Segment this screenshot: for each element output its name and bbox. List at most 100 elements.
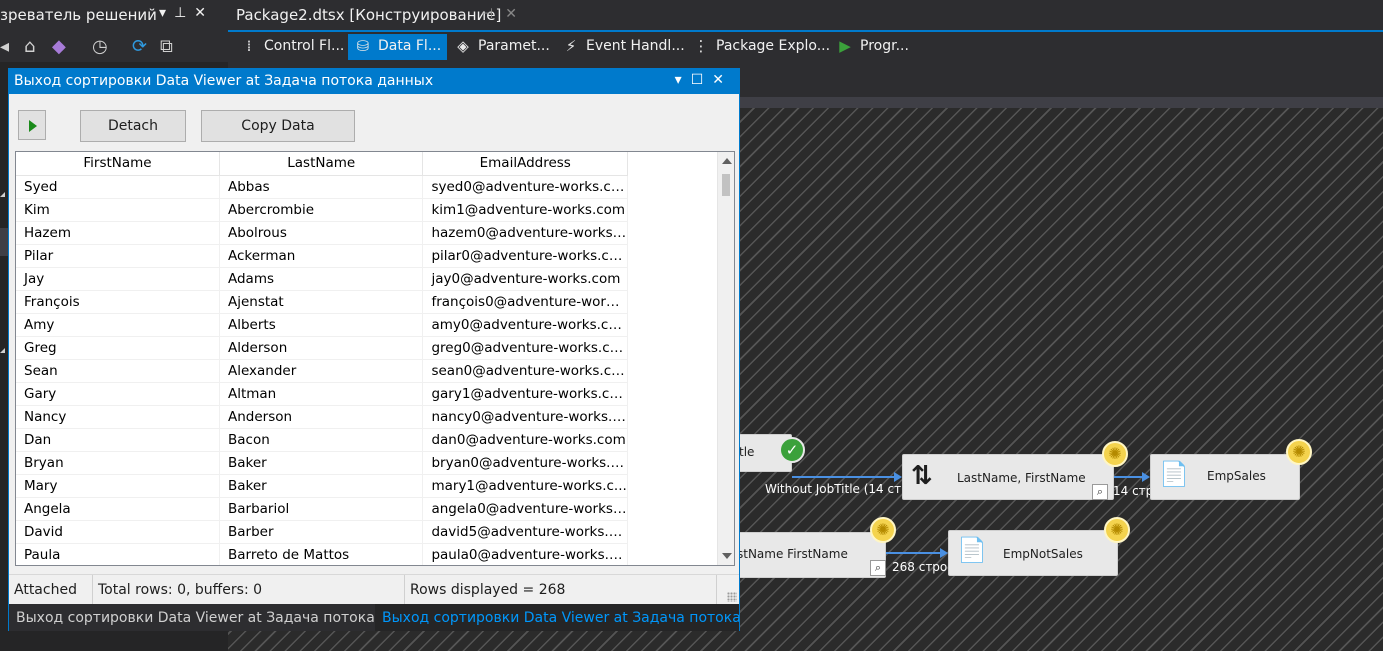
path-sort2-to-empnotsales[interactable] <box>886 552 940 554</box>
table-cell[interactable]: Dan <box>16 428 220 452</box>
home-icon[interactable]: ⌂ <box>24 36 35 57</box>
table-cell[interactable]: paula0@adventure-works.c... <box>422 543 628 565</box>
table-cell[interactable]: amy0@adventure-works.com <box>422 313 628 337</box>
table-cell[interactable]: Nancy <box>16 405 220 429</box>
table-cell[interactable]: Ackerman <box>219 244 424 268</box>
table-cell[interactable]: Alberts <box>219 313 424 337</box>
table-row[interactable]: Amy Alberts amy0@adventure-works.com <box>16 313 628 337</box>
table-cell[interactable]: Greg <box>16 336 220 360</box>
continue-button[interactable] <box>18 110 46 140</box>
pin-icon[interactable]: ⊣ <box>481 6 505 22</box>
table-cell[interactable]: jay0@adventure-works.com <box>422 267 628 291</box>
table-cell[interactable]: Hazem <box>16 221 220 245</box>
table-cell[interactable]: Bryan <box>16 451 220 475</box>
table-cell[interactable]: Barber <box>219 520 424 544</box>
table-cell[interactable]: sean0@adventure-works.com <box>422 359 628 383</box>
data-viewer-icon[interactable]: ⌕ <box>870 560 886 576</box>
vs-icon[interactable]: ◆ <box>52 36 66 57</box>
table-cell[interactable]: david5@adventure-works.c... <box>422 520 628 544</box>
back-icon[interactable]: ◂ <box>0 36 9 57</box>
table-cell[interactable]: François <box>16 290 220 314</box>
table-cell[interactable]: Mary <box>16 474 220 498</box>
table-row[interactable]: Jay Adams jay0@adventure-works.com <box>16 267 628 291</box>
table-cell[interactable]: Adams <box>219 267 424 291</box>
table-cell[interactable]: françois0@adventure-works... <box>422 290 628 314</box>
table-row[interactable]: Angela Barbariol angela0@adventure-works.c… <box>16 497 628 521</box>
data-grid[interactable]: FirstName LastName EmailAddress Syed Abba… <box>15 151 735 566</box>
tab-progress[interactable]: ▶ Progr... <box>830 34 915 60</box>
tree-expander-icon[interactable] <box>0 348 5 353</box>
table-cell[interactable]: Anderson <box>219 405 424 429</box>
table-row[interactable]: Kim Abercrombie kim1@adventure-works.com <box>16 198 628 222</box>
table-cell[interactable]: Baker <box>219 474 424 498</box>
table-cell[interactable]: Altman <box>219 382 424 406</box>
table-cell[interactable]: Gary <box>16 382 220 406</box>
column-header-lastname[interactable]: LastName <box>219 152 424 176</box>
tree-expander-icon[interactable] <box>0 192 5 197</box>
refresh-icon[interactable]: ⟳ <box>132 36 147 57</box>
table-cell[interactable]: angela0@adventure-works.c... <box>422 497 628 521</box>
table-cell[interactable]: Abercrombie <box>219 198 424 222</box>
table-row[interactable]: David Barber david5@adventure-works.c... <box>16 520 628 544</box>
table-cell[interactable]: Sean <box>16 359 220 383</box>
table-cell[interactable]: Baker <box>219 451 424 475</box>
vertical-scrollbar[interactable] <box>717 152 734 565</box>
path-without-jobtitle[interactable] <box>792 476 894 478</box>
document-tab[interactable]: Package2.dtsx [Конструирование] <box>228 0 512 30</box>
table-cell[interactable]: kim1@adventure-works.com <box>422 198 628 222</box>
table-row[interactable]: Gary Altman gary1@adventure-works.com <box>16 382 628 406</box>
table-row[interactable]: François Ajenstat françois0@adventure-work… <box>16 290 628 314</box>
data-viewer-tab-1[interactable]: Выход сортировки Data Viewer at Задача п… <box>9 604 375 631</box>
dropdown-icon[interactable]: ▾ <box>675 72 691 88</box>
pin-icon[interactable]: ⊥ <box>174 5 194 21</box>
copy-data-button[interactable]: Copy Data <box>201 110 355 142</box>
sort2-component[interactable]: stName FirstName <box>736 532 886 578</box>
resize-grip-icon[interactable] <box>727 592 737 602</box>
tab-control-flow[interactable]: ⁞ Control Fl... <box>234 34 350 60</box>
table-cell[interactable]: dan0@adventure-works.com <box>422 428 628 452</box>
table-cell[interactable]: Angela <box>16 497 220 521</box>
table-row[interactable]: Nancy Anderson nancy0@adventure-works.c... <box>16 405 628 429</box>
scroll-thumb[interactable] <box>722 174 730 196</box>
table-cell[interactable]: Barreto de Mattos <box>219 543 424 565</box>
scroll-up-icon[interactable] <box>722 158 732 164</box>
table-cell[interactable]: gary1@adventure-works.com <box>422 382 628 406</box>
close-icon[interactable]: ✕ <box>505 6 529 22</box>
table-cell[interactable]: greg0@adventure-works.com <box>422 336 628 360</box>
table-cell[interactable]: Paula <box>16 543 220 565</box>
table-row[interactable]: Dan Bacon dan0@adventure-works.com <box>16 428 628 452</box>
table-cell[interactable]: Alexander <box>219 359 424 383</box>
table-cell[interactable]: syed0@adventure-works.com <box>422 175 628 199</box>
table-cell[interactable]: Bacon <box>219 428 424 452</box>
table-row[interactable]: Paula Barreto de Mattos paula0@adventure-w… <box>16 543 628 565</box>
table-cell[interactable]: David <box>16 520 220 544</box>
tab-event-handlers[interactable]: ⚡ Event Handl... <box>556 34 691 60</box>
tab-package-explorer[interactable]: ⋮ Package Explo... <box>686 34 836 60</box>
table-row[interactable]: Bryan Baker bryan0@adventure-works.c... <box>16 451 628 475</box>
table-cell[interactable]: Abbas <box>219 175 424 199</box>
table-cell[interactable]: bryan0@adventure-works.c... <box>422 451 628 475</box>
table-row[interactable]: Mary Baker mary1@adventure-works.c... <box>16 474 628 498</box>
table-cell[interactable]: Kim <box>16 198 220 222</box>
maximize-icon[interactable]: ☐ <box>691 72 713 88</box>
tab-data-flow[interactable]: ⛁ Data Fl... <box>348 34 448 60</box>
data-viewer-title-bar[interactable]: Выход сортировки Data Viewer at Задача п… <box>9 69 739 94</box>
table-cell[interactable]: hazem0@adventure-works.... <box>422 221 628 245</box>
table-cell[interactable]: Alderson <box>219 336 424 360</box>
table-cell[interactable]: Barbariol <box>219 497 424 521</box>
history-icon[interactable]: ◷ <box>92 36 108 57</box>
collapse-all-icon[interactable]: ⧉ <box>160 36 173 57</box>
data-viewer-tab-2[interactable]: Выход сортировки Data Viewer at Задача п… <box>375 604 739 631</box>
tab-parameters[interactable]: ◈ Paramet... <box>448 34 556 60</box>
column-header-firstname[interactable]: FirstName <box>16 152 220 176</box>
table-cell[interactable]: mary1@adventure-works.c... <box>422 474 628 498</box>
path-sort-to-empsales[interactable] <box>1114 476 1142 478</box>
detach-button[interactable]: Detach <box>80 110 186 142</box>
table-cell[interactable]: Amy <box>16 313 220 337</box>
table-cell[interactable]: Ajenstat <box>219 290 424 314</box>
table-cell[interactable]: Jay <box>16 267 220 291</box>
dropdown-icon[interactable]: ▾ <box>159 5 174 21</box>
table-cell[interactable]: pilar0@adventure-works.com <box>422 244 628 268</box>
table-row[interactable]: Syed Abbas syed0@adventure-works.com <box>16 175 628 199</box>
table-row[interactable]: Pilar Ackerman pilar0@adventure-works.com <box>16 244 628 268</box>
